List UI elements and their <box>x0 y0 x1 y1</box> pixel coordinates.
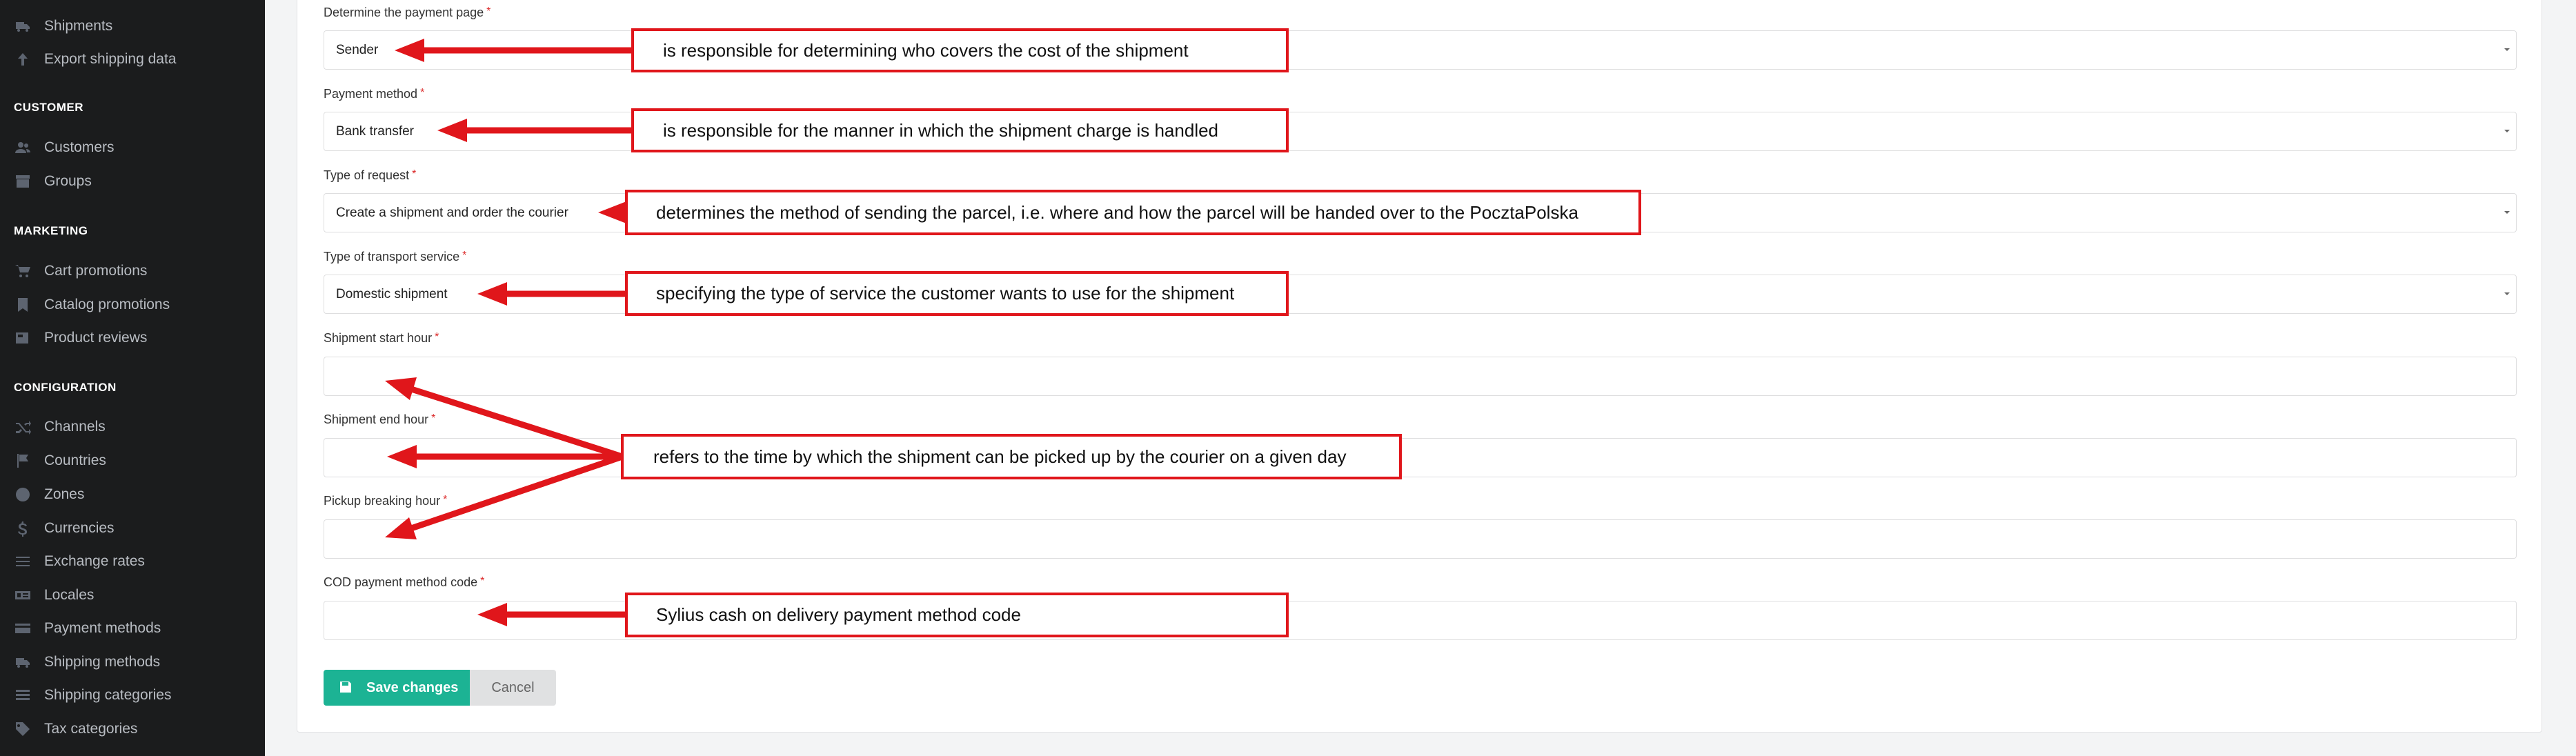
truck-icon <box>14 17 32 35</box>
sidebar-item-label: Countries <box>44 452 106 468</box>
chevron-down-icon <box>2502 126 2512 137</box>
newspaper-icon <box>14 329 32 347</box>
annotation-hours: refers to the time by which the shipment… <box>621 434 1402 479</box>
tags-icon <box>14 720 32 738</box>
sidebar-item-label: Zones <box>44 486 85 502</box>
payment-page-value: Sender <box>336 42 379 57</box>
sidebar-item-label: Locales <box>44 587 95 603</box>
bookmark-icon <box>14 296 32 314</box>
sidebar-item-label: Cart promotions <box>44 263 148 279</box>
end-hour-label: Shipment end hour * <box>324 412 436 426</box>
shipping-icon <box>14 653 32 671</box>
sidebar-item-label: Groups <box>44 173 92 189</box>
annotation-transport-service: specifying the type of service the custo… <box>625 271 1289 316</box>
sidebar-item-zones[interactable]: Zones <box>14 481 84 508</box>
sidebar-item-shipping-methods[interactable]: Shipping methods <box>14 648 160 676</box>
request-type-label: Type of request * <box>324 168 417 182</box>
sidebar-item-label: Customers <box>44 139 115 155</box>
sidebar-item-shipments[interactable]: Shipments <box>14 12 112 40</box>
sidebar-item-groups[interactable]: Groups <box>14 168 92 195</box>
annotation-payment-page: is responsible for determining who cover… <box>631 28 1289 72</box>
cod-code-label: COD payment method code * <box>324 575 485 589</box>
chevron-down-icon <box>2502 44 2512 55</box>
sidebar-item-locales[interactable]: Locales <box>14 581 94 609</box>
dollar-icon <box>14 519 32 537</box>
sliders-icon <box>14 553 32 570</box>
annotation-request-type: determines the method of sending the par… <box>625 190 1641 235</box>
sidebar-item-tax-categories[interactable]: Tax categories <box>14 715 137 743</box>
breaking-hour-input[interactable] <box>324 519 2517 559</box>
sidebar-item-payment-methods[interactable]: Payment methods <box>14 615 161 642</box>
start-hour-label: Shipment start hour * <box>324 331 439 345</box>
transport-service-value: Domestic shipment <box>336 286 448 301</box>
section-header-customer: CUSTOMER <box>14 101 83 114</box>
sidebar-item-currencies[interactable]: Currencies <box>14 515 115 542</box>
section-header-configuration: CONFIGURATION <box>14 381 117 394</box>
sidebar-item-channels[interactable]: Channels <box>14 413 106 441</box>
payment-method-value: Bank transfer <box>336 123 414 139</box>
flag-icon <box>14 452 32 470</box>
request-type-value: Create a shipment and order the courier <box>336 205 568 220</box>
payment-method-label: Payment method * <box>324 87 425 101</box>
users-icon <box>14 139 32 157</box>
annotation-payment-method: is responsible for the manner in which t… <box>631 108 1289 152</box>
sidebar-item-export-shipping-data[interactable]: Export shipping data <box>14 46 176 73</box>
save-changes-button[interactable]: Save changes <box>324 670 470 706</box>
sidebar-item-customers[interactable]: Customers <box>14 134 115 161</box>
sidebar-item-shipping-categories[interactable]: Shipping categories <box>14 682 171 709</box>
arrow-up-icon <box>14 50 32 68</box>
payment-icon <box>14 619 32 637</box>
list-icon <box>14 686 32 704</box>
breaking-hour-label: Pickup breaking hour * <box>324 494 448 508</box>
chevron-down-icon <box>2502 207 2512 218</box>
random-icon <box>14 418 32 436</box>
sidebar-item-cart-promotions[interactable]: Cart promotions <box>14 257 147 285</box>
chevron-down-icon <box>2502 288 2512 299</box>
cancel-button[interactable]: Cancel <box>470 670 556 706</box>
sidebar-item-label: Shipping methods <box>44 654 161 670</box>
save-changes-label: Save changes <box>366 679 459 695</box>
transport-service-label: Type of transport service * <box>324 250 467 263</box>
save-icon <box>339 680 354 695</box>
sidebar-item-exchange-rates[interactable]: Exchange rates <box>14 548 145 575</box>
sidebar-item-label: Channels <box>44 419 106 435</box>
sidebar-item-label: Currencies <box>44 520 115 536</box>
annotation-cod-code: Sylius cash on delivery payment method c… <box>625 593 1289 637</box>
sidebar-item-label: Tax categories <box>44 721 138 737</box>
sidebar-item-label: Exchange rates <box>44 553 145 569</box>
sidebar: Shipments Export shipping data CUSTOMER … <box>0 0 265 756</box>
section-header-marketing: MARKETING <box>14 224 88 237</box>
payment-page-label: Determine the payment page * <box>324 6 491 19</box>
sidebar-item-label: Catalog promotions <box>44 297 170 312</box>
globe-icon <box>14 486 32 504</box>
sidebar-item-label: Export shipping data <box>44 51 177 67</box>
sidebar-item-label: Product reviews <box>44 330 148 346</box>
sidebar-item-catalog-promotions[interactable]: Catalog promotions <box>14 291 170 319</box>
start-hour-input[interactable] <box>324 357 2517 396</box>
translate-icon <box>14 586 32 604</box>
sidebar-item-product-reviews[interactable]: Product reviews <box>14 324 147 352</box>
sidebar-item-label: Payment methods <box>44 620 161 636</box>
sidebar-item-label: Shipping categories <box>44 687 172 703</box>
sidebar-item-label: Shipments <box>44 18 113 34</box>
cart-icon <box>14 262 32 280</box>
sidebar-item-countries[interactable]: Countries <box>14 447 106 475</box>
archive-icon <box>14 172 32 190</box>
